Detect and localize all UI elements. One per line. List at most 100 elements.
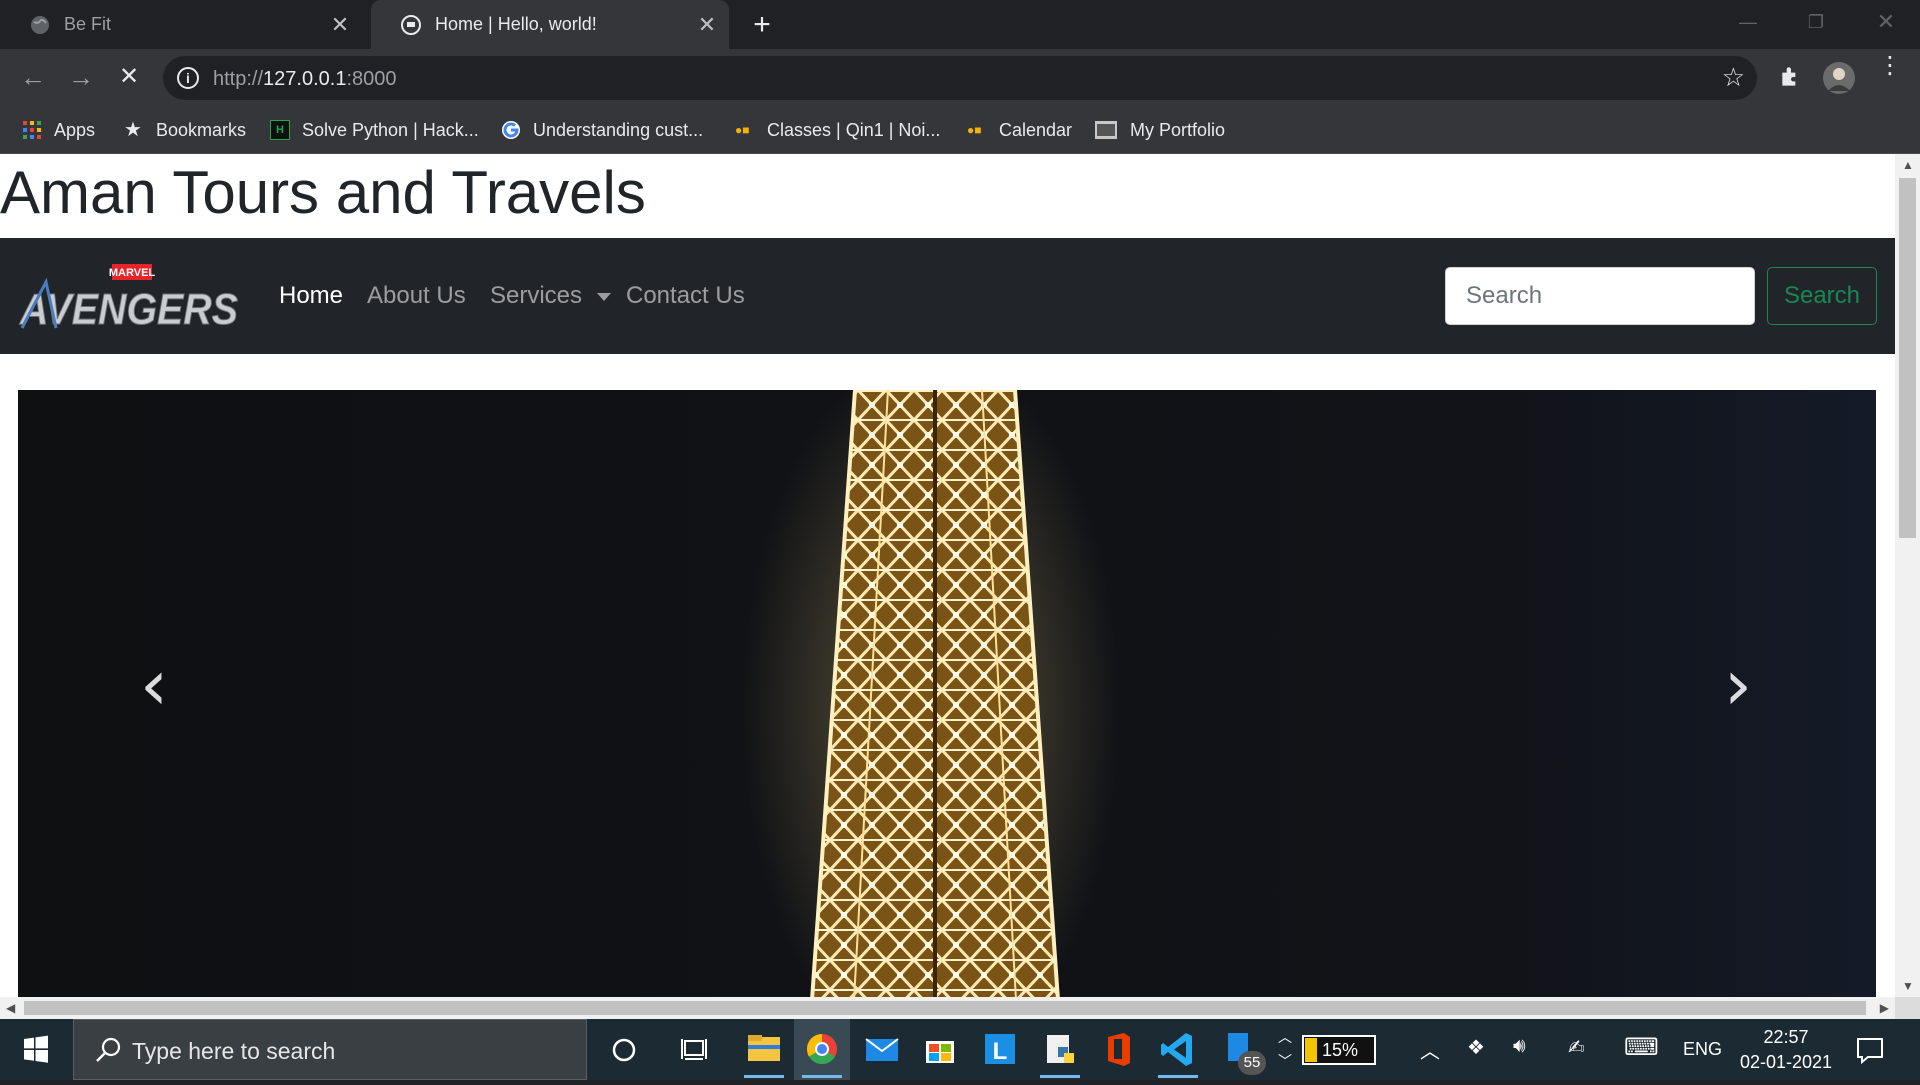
- menu-kebab-icon[interactable]: ⋮: [1878, 54, 1902, 78]
- vertical-scroll-thumb[interactable]: [1899, 178, 1916, 538]
- l-app-icon[interactable]: L: [972, 1019, 1028, 1080]
- search-icon: [96, 1037, 121, 1062]
- site-navbar: MARVEL AVENGERS Home About Us Services C…: [0, 238, 1895, 354]
- google-icon: [502, 121, 520, 139]
- browser-toolbar: ← → ✕ i http://127.0.0.1:8000 ☆ ⋮: [0, 49, 1920, 107]
- bookmark-bookmarks[interactable]: ★ Bookmarks: [124, 117, 246, 143]
- action-center-icon[interactable]: [1854, 1034, 1886, 1066]
- scroll-right-arrow-icon[interactable]: ▶: [1880, 1001, 1889, 1015]
- bookmark-calendar[interactable]: ●■ Calendar: [967, 117, 1072, 143]
- mail-icon[interactable]: [854, 1019, 910, 1080]
- bookmark-label: Bookmarks: [156, 119, 247, 140]
- running-indicator: [1040, 1075, 1080, 1078]
- taskbar-search-box[interactable]: Type here to search: [73, 1019, 587, 1080]
- close-tab-icon[interactable]: ✕: [322, 12, 358, 38]
- nav-services-dropdown[interactable]: Services: [490, 282, 611, 310]
- nav-home-link[interactable]: Home: [279, 282, 343, 310]
- classes-icon: ●■: [735, 123, 750, 137]
- site-favicon-icon: [401, 14, 421, 35]
- caret-down-icon: [596, 292, 611, 301]
- tab-title: Be Fit: [64, 14, 112, 34]
- carousel-prev-button[interactable]: ‹: [114, 630, 194, 750]
- portfolio-icon: [1095, 121, 1117, 139]
- office-icon[interactable]: [1090, 1019, 1146, 1080]
- stop-loading-icon[interactable]: ✕: [110, 59, 148, 97]
- bookmark-label: Calendar: [999, 119, 1073, 140]
- microsoft-store-icon[interactable]: [912, 1019, 968, 1080]
- apps-grid-icon: [23, 121, 41, 139]
- site-title: Aman Tours and Travels: [0, 159, 646, 226]
- notes-app-icon[interactable]: 55: [1218, 1019, 1274, 1080]
- cortana-icon[interactable]: [596, 1019, 652, 1080]
- chrome-taskbar-icon[interactable]: [794, 1019, 850, 1080]
- bookmark-portfolio[interactable]: My Portfolio: [1094, 117, 1225, 143]
- scroll-up-arrow-icon[interactable]: ▲: [1902, 158, 1914, 172]
- bookmark-label: Understanding cust...: [533, 119, 704, 140]
- clock[interactable]: 22:57 02-01-2021: [1736, 1025, 1836, 1075]
- search-button[interactable]: Search: [1767, 267, 1877, 325]
- taskbar-scroll-arrows-icon[interactable]: ︿ ﹀: [1278, 1025, 1292, 1073]
- volume-icon[interactable]: 🔊︎: [1513, 1035, 1526, 1058]
- clock-date: 02-01-2021: [1739, 1052, 1833, 1072]
- horizontal-scrollbar[interactable]: ◀ ▶: [0, 997, 1895, 1019]
- dropbox-icon[interactable]: ❖: [1467, 1035, 1485, 1060]
- tab-be-fit[interactable]: Be Fit ✕: [0, 0, 362, 49]
- close-tab-icon[interactable]: ✕: [689, 12, 725, 38]
- battery-widget[interactable]: 15%: [1302, 1035, 1376, 1065]
- minimize-icon[interactable]: —: [1720, 0, 1776, 44]
- forward-icon[interactable]: →: [62, 59, 100, 97]
- bookmark-label: My Portfolio: [1130, 119, 1226, 140]
- site-info-icon[interactable]: i: [177, 67, 199, 89]
- pen-icon[interactable]: ✍︎: [1568, 1035, 1585, 1060]
- avengers-logo[interactable]: MARVEL AVENGERS: [16, 260, 242, 336]
- back-icon[interactable]: ←: [14, 59, 52, 97]
- scroll-down-arrow-icon[interactable]: ▼: [1902, 979, 1914, 993]
- bookmark-label: Classes | Qin1 | Noi...: [767, 119, 941, 140]
- url-host: 127.0.0.1: [263, 68, 347, 90]
- task-view-icon[interactable]: [668, 1019, 724, 1080]
- nav-services-label: Services: [490, 282, 583, 309]
- browser-tab-strip: Be Fit ✕ Home | Hello, world! ✕ + — ❐ ✕: [0, 0, 1920, 49]
- bookmark-hackerrank[interactable]: H Solve Python | Hack...: [270, 117, 479, 143]
- bookmarks-bar: Apps ★ Bookmarks H Solve Python | Hack..…: [0, 107, 1920, 154]
- extensions-puzzle-icon[interactable]: [1778, 64, 1804, 90]
- scroll-left-arrow-icon[interactable]: ◀: [6, 1001, 15, 1015]
- bookmark-star-icon[interactable]: ☆: [1722, 62, 1745, 93]
- url-text[interactable]: http://127.0.0.1:8000: [213, 68, 397, 91]
- bookmark-classes[interactable]: ●■ Classes | Qin1 | Noi...: [735, 117, 940, 143]
- close-window-icon[interactable]: ✕: [1858, 0, 1914, 44]
- bookmark-label: Solve Python | Hack...: [302, 119, 479, 140]
- windows-taskbar: Type here to search L 55 ︿ ﹀ 15% ︿ ❖ 🔊︎ ✍…: [0, 1019, 1920, 1080]
- new-tab-button[interactable]: +: [742, 6, 782, 46]
- svg-text:L: L: [993, 1038, 1008, 1065]
- vscode-icon[interactable]: [1150, 1019, 1206, 1080]
- carousel-next-button[interactable]: ›: [1698, 630, 1778, 750]
- bookmark-apps[interactable]: Apps: [22, 117, 95, 143]
- vertical-scrollbar[interactable]: ▲ ▼: [1895, 154, 1920, 997]
- show-hidden-icons-chevron-icon[interactable]: ︿: [1420, 1035, 1440, 1064]
- nav-about-link[interactable]: About Us: [367, 282, 466, 310]
- tab-home-hello-world[interactable]: Home | Hello, world! ✕: [371, 0, 729, 49]
- restore-icon[interactable]: ❐: [1788, 0, 1844, 44]
- horizontal-scroll-thumb[interactable]: [24, 1001, 1866, 1015]
- battery-percent: 15%: [1322, 1040, 1359, 1060]
- running-indicator: [744, 1075, 784, 1078]
- profile-avatar[interactable]: [1822, 61, 1856, 95]
- keyboard-icon[interactable]: ⌨︎: [1624, 1033, 1659, 1062]
- running-indicator: [802, 1075, 842, 1078]
- taskbar-search-placeholder: Type here to search: [132, 1038, 336, 1064]
- web-page: Aman Tours and Travels MARVEL AVENGERS H…: [0, 154, 1895, 997]
- calendar-icon: ●■: [967, 123, 982, 137]
- file-explorer-icon[interactable]: [736, 1019, 792, 1080]
- address-bar[interactable]: i http://127.0.0.1:8000 ☆: [163, 56, 1757, 100]
- logo-marvel-text: MARVEL: [109, 267, 156, 279]
- search-input[interactable]: [1445, 267, 1755, 325]
- language-indicator[interactable]: ENG: [1683, 1039, 1722, 1060]
- windows-start-icon[interactable]: [0, 1019, 72, 1080]
- bookmark-understanding[interactable]: Understanding cust...: [501, 117, 703, 143]
- nav-contact-link[interactable]: Contact Us: [626, 282, 745, 310]
- eiffel-tower-image: [18, 390, 1876, 997]
- star-icon: ★: [124, 119, 142, 141]
- python-idle-icon[interactable]: [1032, 1019, 1088, 1080]
- bookmark-label: Apps: [54, 119, 96, 140]
